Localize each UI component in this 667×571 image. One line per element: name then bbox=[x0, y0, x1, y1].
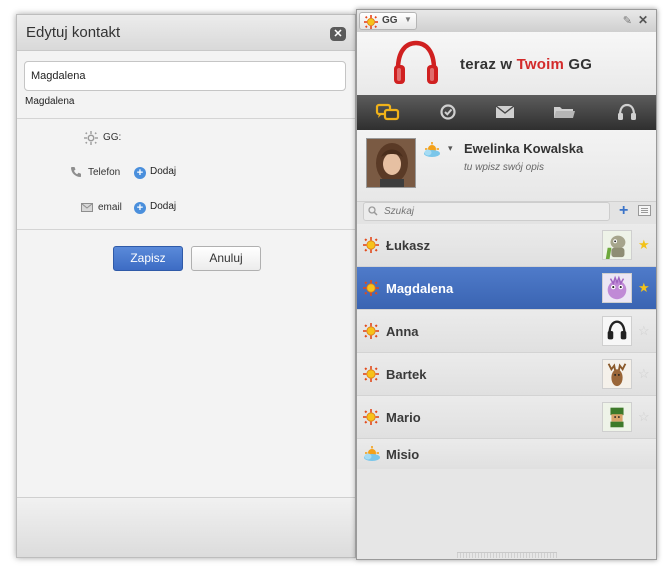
contact-list: Łukasz ★ Magdalena ★ Anna ☆ Bartek ☆ Mar… bbox=[357, 224, 656, 469]
envelope-icon bbox=[81, 203, 93, 212]
contact-name: Mario bbox=[386, 410, 421, 425]
favorite-star-icon[interactable]: ☆ bbox=[638, 410, 650, 423]
chevron-down-icon: ▼ bbox=[404, 15, 412, 24]
mail-icon[interactable] bbox=[491, 101, 519, 123]
favorite-star-icon[interactable]: ☆ bbox=[638, 324, 650, 337]
contact-row-mario[interactable]: Mario ☆ bbox=[357, 396, 656, 439]
status-dropdown-icon[interactable]: ▾ bbox=[448, 143, 453, 154]
profile-name: Ewelinka Kowalska bbox=[464, 141, 584, 156]
contact-name-input[interactable] bbox=[24, 61, 346, 91]
contact-avatar bbox=[602, 402, 632, 432]
user-profile: ▾ Ewelinka Kowalska tu wpisz swój opis bbox=[357, 130, 656, 202]
divider bbox=[17, 229, 355, 230]
phone-label: Telefon bbox=[88, 167, 121, 178]
banner-highlight: Twoim bbox=[516, 56, 565, 73]
avatar[interactable] bbox=[366, 138, 416, 188]
gg-number-label: GG: bbox=[103, 132, 122, 143]
contact-name: Misio bbox=[386, 447, 420, 462]
email-label: email bbox=[98, 202, 122, 213]
gg-menu-label: GG bbox=[382, 15, 398, 26]
plus-icon: + bbox=[134, 167, 146, 179]
status-available-icon bbox=[363, 323, 379, 339]
list-view-icon[interactable] bbox=[638, 205, 651, 216]
gg-sun-icon bbox=[84, 131, 98, 145]
cancel-button[interactable]: Anuluj bbox=[191, 246, 261, 271]
status-available-icon bbox=[363, 366, 379, 382]
add-contact-icon[interactable]: + bbox=[619, 203, 628, 219]
resize-grip[interactable] bbox=[457, 552, 557, 558]
close-icon[interactable]: ✕ bbox=[638, 13, 648, 27]
divider bbox=[17, 118, 355, 119]
contact-name: Anna bbox=[386, 324, 419, 339]
status-away-icon[interactable] bbox=[423, 142, 441, 158]
contact-avatar bbox=[602, 359, 632, 389]
status-icon[interactable] bbox=[434, 101, 462, 123]
window-titlebar: GG ▼ ✎ ✕ bbox=[357, 10, 656, 32]
favorite-star-icon[interactable]: ★ bbox=[638, 281, 650, 294]
user-photo bbox=[367, 139, 415, 187]
pin-icon[interactable]: ✎ bbox=[623, 14, 632, 27]
promo-banner[interactable]: teraz w Twoim GG bbox=[357, 32, 656, 95]
contact-row-misio[interactable]: Misio bbox=[357, 439, 656, 469]
banner-text: teraz w Twoim GG bbox=[460, 56, 592, 73]
close-icon[interactable]: ✕ bbox=[330, 27, 346, 41]
contact-name: Bartek bbox=[386, 367, 427, 382]
headphones-icon[interactable] bbox=[613, 101, 641, 123]
add-phone-button[interactable]: + Dodaj bbox=[134, 166, 176, 179]
contact-name: Łukasz bbox=[386, 238, 431, 253]
folder-icon[interactable] bbox=[550, 101, 578, 123]
dialog-title: Edytuj kontakt bbox=[26, 24, 121, 41]
contact-avatar bbox=[602, 316, 632, 346]
gg-main-window: GG ▼ ✎ ✕ teraz w Twoim GG ▾ Ewelinka Kow… bbox=[356, 9, 657, 560]
search-bar: + bbox=[357, 202, 656, 224]
contact-name-label: Magdalena bbox=[25, 96, 75, 107]
save-button[interactable]: Zapisz bbox=[113, 246, 183, 271]
headphones-logo-icon bbox=[394, 40, 438, 84]
status-away-icon bbox=[364, 446, 380, 461]
search-icon bbox=[368, 206, 378, 216]
contact-name: Magdalena bbox=[386, 281, 454, 296]
banner-prefix: teraz w bbox=[460, 56, 517, 73]
contact-avatar bbox=[602, 273, 632, 303]
dialog-header: Edytuj kontakt ✕ bbox=[17, 15, 355, 51]
add-email-label: Dodaj bbox=[150, 201, 177, 212]
status-available-icon bbox=[363, 237, 379, 253]
favorite-star-icon[interactable]: ☆ bbox=[638, 367, 650, 380]
dialog-footer bbox=[17, 497, 355, 557]
status-available-icon bbox=[363, 409, 379, 425]
search-input[interactable] bbox=[363, 202, 610, 221]
profile-description[interactable]: tu wpisz swój opis bbox=[464, 162, 544, 173]
favorite-star-icon[interactable]: ★ bbox=[638, 238, 650, 251]
contact-row-lukasz[interactable]: Łukasz ★ bbox=[357, 224, 656, 267]
add-phone-label: Dodaj bbox=[150, 166, 177, 177]
chat-icon[interactable] bbox=[374, 101, 402, 123]
banner-suffix: GG bbox=[564, 56, 593, 73]
status-available-icon bbox=[363, 280, 379, 296]
contact-avatar bbox=[602, 230, 632, 260]
main-toolbar bbox=[357, 95, 656, 130]
contact-row-magdalena[interactable]: Magdalena ★ bbox=[357, 267, 656, 310]
add-email-button[interactable]: + Dodaj bbox=[134, 201, 176, 214]
gg-menu-button[interactable]: GG ▼ bbox=[359, 12, 417, 30]
contact-row-anna[interactable]: Anna ☆ bbox=[357, 310, 656, 353]
edit-contact-dialog: Edytuj kontakt ✕ Magdalena GG: Telefon +… bbox=[16, 14, 356, 558]
contact-row-bartek[interactable]: Bartek ☆ bbox=[357, 353, 656, 396]
gg-sun-icon bbox=[364, 15, 378, 29]
plus-icon: + bbox=[134, 202, 146, 214]
phone-icon bbox=[71, 167, 81, 177]
